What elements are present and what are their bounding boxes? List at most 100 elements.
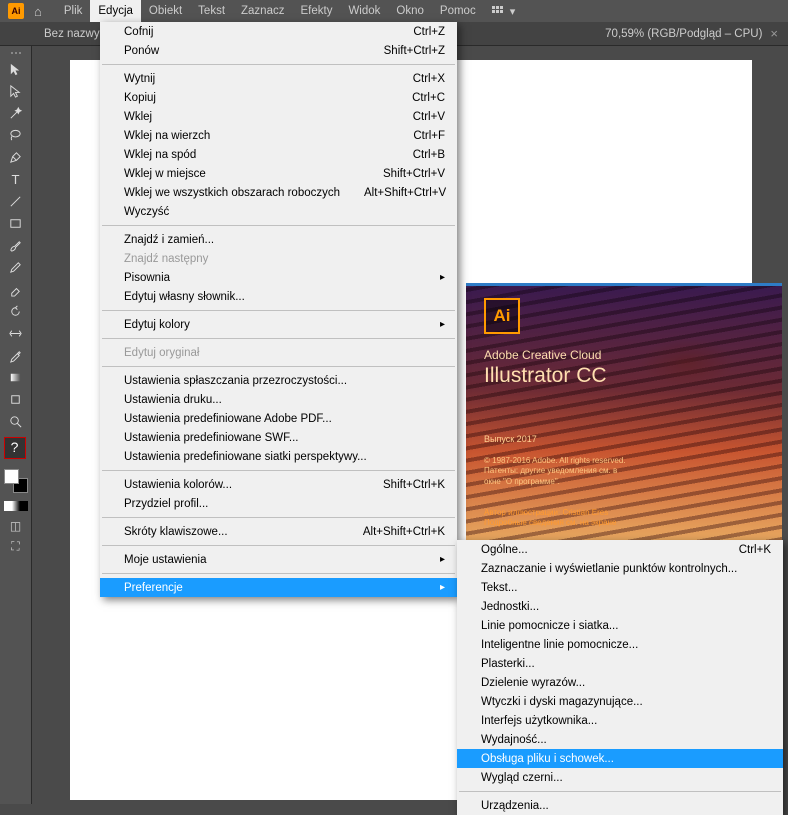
- app-icon: Ai: [8, 3, 24, 19]
- menu-item[interactable]: Wydajność...: [457, 730, 783, 749]
- shortcut-label: Ctrl+B: [389, 149, 445, 161]
- separator: [102, 225, 455, 226]
- menu-zaznacz[interactable]: Zaznacz: [233, 0, 292, 22]
- magic-wand-tool[interactable]: [4, 103, 28, 124]
- menu-plik[interactable]: Plik: [56, 0, 91, 22]
- document-tab[interactable]: 70,59% (RGB/Podgląd – CPU) ×: [595, 22, 788, 45]
- menu-item[interactable]: Preferencje▸: [100, 578, 457, 597]
- menu-item[interactable]: Ustawienia predefiniowane siatki perspek…: [100, 447, 457, 466]
- direct-selection-tool[interactable]: [4, 81, 28, 102]
- separator: [102, 545, 455, 546]
- menu-efekty[interactable]: Efekty: [292, 0, 340, 22]
- titlebar: Ai ⌂ PlikEdycjaObiektTekstZaznaczEfektyW…: [0, 0, 788, 22]
- menu-item[interactable]: PonówShift+Ctrl+Z: [100, 41, 457, 60]
- color-mode-strip[interactable]: [4, 501, 28, 513]
- menu-item[interactable]: Ustawienia kolorów...Shift+Ctrl+K: [100, 475, 457, 494]
- shortcut-label: Alt+Shift+Ctrl+K: [339, 526, 445, 538]
- panel-grip[interactable]: [6, 52, 26, 55]
- menu-item-label: Zaznaczanie i wyświetlanie punktów kontr…: [481, 563, 737, 575]
- rotate-tool[interactable]: [4, 301, 28, 322]
- menu-item[interactable]: WytnijCtrl+X: [100, 69, 457, 88]
- tab-title: 70,59% (RGB/Podgląd – CPU): [605, 28, 762, 40]
- menu-item[interactable]: Ustawienia druku...: [100, 390, 457, 409]
- product-name: Illustrator CC: [484, 364, 607, 388]
- close-icon[interactable]: ×: [770, 26, 778, 41]
- workspace-switcher[interactable]: ▾: [492, 5, 516, 18]
- menu-item[interactable]: Dzielenie wyrazów...: [457, 673, 783, 692]
- separator: [459, 791, 781, 792]
- selection-tool[interactable]: [4, 59, 28, 80]
- menu-okno[interactable]: Okno: [388, 0, 432, 22]
- eraser-tool[interactable]: [4, 279, 28, 300]
- menu-item[interactable]: Jednostki...: [457, 597, 783, 616]
- menu-pomoc[interactable]: Pomoc: [432, 0, 484, 22]
- menu-item[interactable]: Zaznaczanie i wyświetlanie punktów kontr…: [457, 559, 783, 578]
- type-tool[interactable]: T: [4, 169, 28, 190]
- splash-screen: Ai Adobe Creative Cloud Illustrator CC В…: [466, 283, 782, 541]
- menu-item[interactable]: Edytuj kolory▸: [100, 315, 457, 334]
- menu-item[interactable]: Ustawienia spłaszczania przezroczystości…: [100, 371, 457, 390]
- menu-item[interactable]: Pisownia▸: [100, 268, 457, 287]
- menu-item-label: Wygląd czerni...: [481, 772, 563, 784]
- separator: [102, 64, 455, 65]
- gradient-tool[interactable]: [4, 367, 28, 388]
- menu-widok[interactable]: Widok: [340, 0, 388, 22]
- grid-icon: [492, 6, 506, 16]
- menu-item[interactable]: Moje ustawienia▸: [100, 550, 457, 569]
- pencil-tool[interactable]: [4, 257, 28, 278]
- menu-item[interactable]: Wklej w miejsceShift+Ctrl+V: [100, 164, 457, 183]
- menu-item[interactable]: Skróty klawiszowe...Alt+Shift+Ctrl+K: [100, 522, 457, 541]
- menu-item[interactable]: Plasterki...: [457, 654, 783, 673]
- svg-text:T: T: [11, 172, 19, 187]
- lasso-tool[interactable]: [4, 125, 28, 146]
- menu-item[interactable]: Urządzenia...: [457, 796, 783, 815]
- menu-item[interactable]: Przydziel profil...: [100, 494, 457, 513]
- menu-item[interactable]: Wyczyść: [100, 202, 457, 221]
- menu-item[interactable]: Ustawienia predefiniowane Adobe PDF...: [100, 409, 457, 428]
- draw-mode-icon[interactable]: ◫: [10, 519, 21, 533]
- line-tool[interactable]: [4, 191, 28, 212]
- fill-stroke-swatch[interactable]: [4, 469, 28, 493]
- menu-item[interactable]: WklejCtrl+V: [100, 107, 457, 126]
- menu-tekst[interactable]: Tekst: [190, 0, 233, 22]
- menu-item[interactable]: Wygląd czerni...: [457, 768, 783, 787]
- rectangle-tool[interactable]: [4, 213, 28, 234]
- tool-panel: T ? ◫ ⛶: [0, 46, 32, 804]
- suite-name: Adobe Creative Cloud: [484, 348, 601, 362]
- menu-item[interactable]: Tekst...: [457, 578, 783, 597]
- menu-edycja[interactable]: Edycja: [90, 0, 141, 22]
- eyedropper-tool[interactable]: [4, 345, 28, 366]
- menu-item[interactable]: Edytuj własny słownik...: [100, 287, 457, 306]
- menu-item[interactable]: Linie pomocnicze i siatka...: [457, 616, 783, 635]
- menu-item[interactable]: Obsługa pliku i schowek...: [457, 749, 783, 768]
- menu-item[interactable]: Wklej na wierzchCtrl+F: [100, 126, 457, 145]
- menu-item[interactable]: CofnijCtrl+Z: [100, 22, 457, 41]
- menu-item[interactable]: Wklej we wszystkich obszarach roboczychA…: [100, 183, 457, 202]
- menu-item[interactable]: Ogólne...Ctrl+K: [457, 540, 783, 559]
- zoom-tool[interactable]: [4, 411, 28, 432]
- menu-item[interactable]: Wtyczki i dyski magazynujące...: [457, 692, 783, 711]
- menu-item-label: Ustawienia predefiniowane SWF...: [124, 432, 299, 444]
- legal-text: © 1987-2016 Adobe. All rights reserved. …: [484, 456, 634, 487]
- artboard-tool[interactable]: [4, 389, 28, 410]
- screen-mode-icon[interactable]: ⛶: [11, 539, 19, 554]
- credits-text: Автор иллюстрации: Cristian Eres Подробн…: [484, 508, 616, 529]
- menu-obiekt[interactable]: Obiekt: [141, 0, 190, 22]
- fill-stroke-question[interactable]: ?: [4, 437, 28, 461]
- menu-item[interactable]: Interfejs użytkownika...: [457, 711, 783, 730]
- paintbrush-tool[interactable]: [4, 235, 28, 256]
- width-tool[interactable]: [4, 323, 28, 344]
- pen-tool[interactable]: [4, 147, 28, 168]
- menu-item-label: Preferencje: [124, 582, 183, 594]
- menu-item[interactable]: Inteligentne linie pomocnicze...: [457, 635, 783, 654]
- menu-item[interactable]: Ustawienia predefiniowane SWF...: [100, 428, 457, 447]
- menu-item[interactable]: Znajdź i zamień...: [100, 230, 457, 249]
- submenu-arrow-icon: ▸: [416, 319, 445, 330]
- home-icon[interactable]: ⌂: [34, 4, 42, 19]
- menu-item-label: Edytuj własny słownik...: [124, 291, 245, 303]
- menu-item-label: Kopiuj: [124, 92, 156, 104]
- menu-item-label: Ustawienia predefiniowane siatki perspek…: [124, 451, 367, 463]
- menu-item[interactable]: KopiujCtrl+C: [100, 88, 457, 107]
- menu-item-label: Edytuj oryginał: [124, 347, 199, 359]
- menu-item[interactable]: Wklej na spódCtrl+B: [100, 145, 457, 164]
